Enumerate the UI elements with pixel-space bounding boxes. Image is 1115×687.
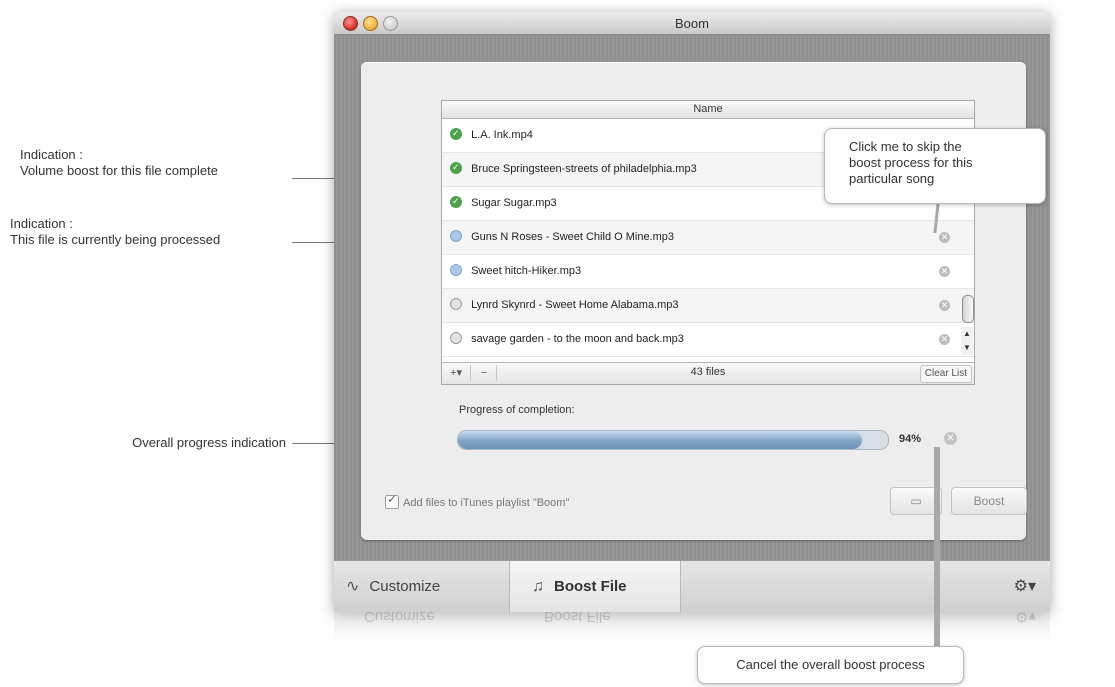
annotation-processing: Indication : This file is currently bein… [10, 216, 220, 248]
cancel-callout-pointer [934, 447, 940, 647]
itunes-label: Add files to iTunes playlist "Boom" [403, 496, 570, 509]
queued-status-icon [450, 298, 462, 311]
content-area: Name L.A. Ink.mp4 Bruce Springsteen-stre… [334, 35, 1050, 560]
complete-status-icon [450, 117, 462, 150]
file-name: Sugar Sugar.mp3 [471, 197, 557, 209]
title-bar: Boom [334, 12, 1050, 35]
app-window: Boom Name L.A. Ink.mp4 Bruce Springsteen… [334, 12, 1050, 612]
annotation-complete-text: Volume boost for this file complete [20, 163, 218, 178]
scrollbar-thumb[interactable] [962, 295, 974, 323]
tab-customize[interactable]: ∿ Customize [346, 561, 509, 612]
annotation-complete: Indication : Volume boost for this file … [20, 147, 218, 179]
file-name: Bruce Springsteen-streets of philadelphi… [471, 163, 697, 175]
itunes-playlist-option[interactable]: Add files to iTunes playlist "Boom" [385, 492, 570, 510]
complete-status-icon [450, 185, 462, 218]
toolbar-reflection: Customize Boost File ⚙▾ [334, 612, 1050, 644]
column-header-name[interactable]: Name [442, 101, 974, 119]
list-scrollbar[interactable]: ▲ ▼ [961, 295, 974, 361]
itunes-checkbox[interactable] [385, 492, 399, 509]
skip-callout-line1: Click me to skip the [849, 139, 962, 154]
annotation-overall-progress: Overall progress indication [132, 435, 286, 450]
file-name: savage garden - to the moon and back.mp3 [471, 333, 684, 345]
complete-status-icon [450, 151, 462, 184]
processing-status-icon [450, 264, 462, 277]
annotation-processing-title: Indication : [10, 216, 73, 231]
skip-callout: Click me to skip the boost process for t… [824, 128, 1046, 204]
list-item[interactable]: Guns N Roses - Sweet Child O Mine.mp3 ✕ [442, 221, 974, 255]
annotation-processing-text: This file is currently being processed [10, 232, 221, 247]
skip-file-icon[interactable]: ✕ [939, 232, 950, 243]
cancel-callout: Cancel the overall boost process [697, 646, 964, 684]
file-name: L.A. Ink.mp4 [471, 129, 533, 141]
waveform-icon: ∿ [346, 578, 360, 595]
list-item[interactable]: savage garden - to the moon and back.mp3… [442, 323, 974, 357]
overall-progress-bar [457, 430, 889, 450]
reflection-gear: ⚙▾ [1015, 612, 1036, 625]
skip-callout-line2: boost process for this [849, 155, 973, 170]
clear-list-button[interactable]: Clear List [919, 365, 972, 383]
file-name: Sweet hitch-Hiker.mp3 [471, 265, 582, 277]
reflection-customize: Customize [364, 612, 435, 625]
tab-boost-file[interactable]: ♫ Boost File [509, 561, 681, 612]
skip-file-icon[interactable]: ✕ [939, 266, 950, 277]
file-name: Guns N Roses - Sweet Child O Mine.mp3 [471, 231, 675, 243]
reflection-boost-file: Boost File [544, 612, 611, 625]
progress-label: Progress of completion: [459, 404, 575, 416]
bottom-toolbar: ∿ Customize ♫ Boost File ⚙▾ [334, 560, 1050, 612]
skip-file-icon[interactable]: ✕ [939, 300, 950, 311]
queued-status-icon [450, 332, 462, 345]
skip-callout-line3: particular song [849, 171, 935, 186]
processing-status-icon [450, 230, 462, 243]
progress-fill [458, 431, 863, 449]
skip-file-icon[interactable]: ✕ [939, 334, 950, 345]
list-item[interactable]: Lynrd Skynrd - Sweet Home Alabama.mp3 ✕ [442, 289, 974, 323]
tab-customize-label: Customize [369, 578, 441, 595]
boost-button[interactable]: Boost [951, 487, 1027, 515]
file-name: Lynrd Skynrd - Sweet Home Alabama.mp3 [471, 299, 679, 311]
scroll-up-arrow-icon[interactable]: ▲ [961, 327, 973, 341]
file-count: 43 files [690, 366, 726, 378]
folder-icon: ▭ [910, 494, 922, 508]
progress-percent: 94% [899, 433, 922, 445]
list-footer: +▾ − 43 files Clear List [442, 362, 974, 384]
tab-boost-file-label: Boost File [554, 578, 627, 595]
annotation-complete-title: Indication : [20, 147, 83, 162]
window-title: Boom [675, 16, 709, 31]
scroll-down-arrow-icon[interactable]: ▼ [961, 341, 973, 355]
cancel-boost-icon[interactable]: ✕ [944, 432, 957, 445]
gear-icon[interactable]: ⚙▾ [1014, 561, 1036, 612]
music-file-icon: ♫ [532, 578, 544, 595]
list-item[interactable]: Sweet hitch-Hiker.mp3 ✕ [442, 255, 974, 289]
